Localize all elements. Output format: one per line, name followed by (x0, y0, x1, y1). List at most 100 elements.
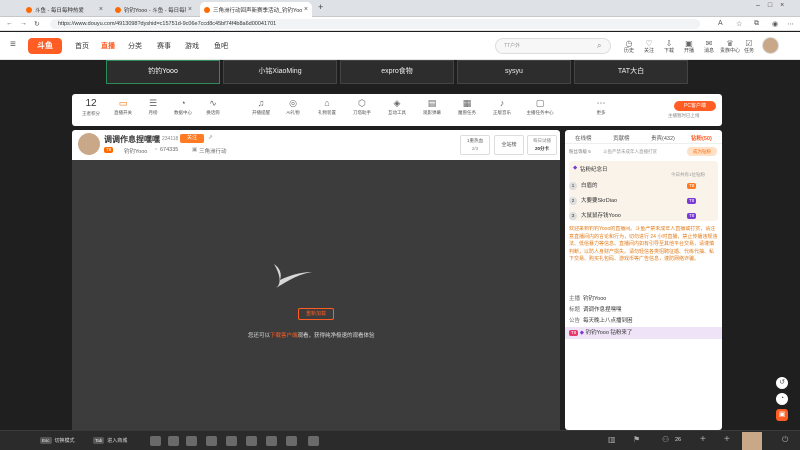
app-icon[interactable] (246, 436, 257, 446)
tab-vip[interactable]: 贵宾(432) (651, 134, 675, 142)
menu-icon[interactable]: ≡ (10, 39, 16, 50)
tool-item[interactable]: ∿ 换话筒 (198, 97, 228, 116)
browser-tab[interactable]: 钓钓Yooo - 斗鱼 - 每日每种热爱× (111, 2, 196, 17)
user-thumbnail[interactable] (742, 432, 762, 450)
list-item[interactable]: 1 白眉的 T8 (569, 180, 718, 192)
list-item[interactable]: 2 大要要SkrDiao T8 (569, 195, 718, 207)
tool-item[interactable]: ☰ 月榜 (138, 97, 168, 116)
retry-button[interactable]: 重新加载 (298, 308, 334, 320)
help-float-icon[interactable]: ◔ (776, 393, 788, 405)
tool-item[interactable]: ▤ 观影弹幕 (417, 97, 447, 116)
follow-button[interactable]: 关注 (180, 134, 204, 143)
tool-item[interactable]: ♪ 正版音乐 (487, 97, 517, 116)
room-category[interactable]: 三角洲行动 (199, 147, 227, 155)
nav-live[interactable]: 直播 (101, 41, 115, 51)
history-float-icon[interactable]: ↺ (776, 377, 788, 389)
share-icon[interactable]: ⇗ (208, 134, 213, 141)
download-button[interactable]: ⇩ 下载 (661, 39, 677, 55)
follow-button[interactable]: ♡ 关注 (641, 39, 657, 55)
new-tab-button[interactable]: + (318, 2, 323, 12)
switch-mode-hint[interactable]: Esc 切换模式 (40, 435, 75, 447)
go-live-button[interactable]: ▣ 开播 (681, 39, 697, 55)
power-icon[interactable]: ⏻ (782, 435, 788, 445)
streamer-thumb[interactable]: 钓钓Yooo (106, 60, 220, 84)
nav-events[interactable]: 赛事 (157, 41, 171, 51)
read-aloud-icon[interactable]: A (718, 20, 723, 27)
app-icon[interactable] (186, 436, 197, 446)
close-icon[interactable]: × (304, 6, 308, 13)
download-client-link[interactable]: 下载客户端 (270, 333, 298, 339)
refresh-icon[interactable]: ↻ (34, 20, 40, 28)
gift-float-icon[interactable]: ▣ (776, 409, 788, 421)
people-icon[interactable]: ⚇ (662, 435, 669, 444)
tab-contribution-rank[interactable]: 贡献榜 (613, 134, 630, 142)
douyu-logo[interactable]: 斗鱼 (28, 38, 62, 54)
history-button[interactable]: ◷ 历史 (621, 39, 637, 55)
back-icon[interactable]: ← (6, 20, 13, 27)
search-icon[interactable]: ⌕ (597, 41, 601, 51)
tool-item[interactable]: ◔ 数据中心 (168, 97, 198, 116)
message-button[interactable]: ✉ 消息 (701, 39, 717, 55)
extensions-icon[interactable]: ⧉ (754, 20, 759, 28)
streamer-thumb[interactable]: sysyu (457, 60, 571, 84)
daily-card-button[interactable]: 每日试播 20分卡 (527, 135, 557, 155)
app-icon[interactable] (168, 436, 179, 446)
streamer-thumb[interactable]: 小铭XiaoMing (223, 60, 337, 84)
nav-home[interactable]: 首页 (75, 41, 89, 51)
host-avatar[interactable] (78, 133, 100, 155)
task-button[interactable]: ☑ 任务 (741, 39, 757, 55)
app-icon[interactable] (206, 436, 217, 446)
app-icon[interactable] (266, 436, 277, 446)
tool-item[interactable]: ♫ 开播提醒 (246, 97, 276, 116)
browser-tab-active[interactable]: 三角洲行动回声新赛季活动_钓钓Yooo × (200, 2, 312, 17)
more-icon[interactable]: ⋯ (787, 20, 794, 28)
tool-item[interactable]: ▢ 主播任务中心 (522, 97, 558, 116)
app-icon[interactable] (226, 436, 237, 446)
video-player[interactable]: 重新加载 您还可以下载客户端观看，获得纯净极速的观看体验 (72, 160, 560, 430)
tool-item[interactable]: ⌂ 礼物装置 (312, 97, 342, 116)
url-input[interactable]: https://www.douyu.com/4913098?dyshid=c15… (50, 19, 700, 29)
avatar[interactable] (762, 37, 779, 54)
tool-item[interactable]: ▦ 魔兽任务 (452, 97, 482, 116)
clipboard-icon: ▢ (535, 98, 545, 108)
nav-games[interactable]: 游戏 (185, 41, 199, 51)
music-icon: ♪ (499, 98, 505, 108)
close-icon[interactable]: × (99, 6, 103, 13)
pc-client-button[interactable]: PC客户端 (674, 101, 716, 111)
become-diamond-fan-button[interactable]: 成为钻粉 (687, 147, 717, 156)
level-widget[interactable]: 12 王者积分 (78, 98, 104, 118)
app-icon[interactable] (150, 436, 161, 446)
vip-center-button[interactable]: ♛ 贵族中心 (718, 39, 742, 55)
tool-item[interactable]: ⬡ 刀塔助手 (347, 97, 377, 116)
data-icon: ◔ (180, 98, 186, 108)
site-rank-button[interactable]: 全站榜 (494, 135, 524, 155)
browser-tab[interactable]: 斗鱼 - 每日每种热爱 × (22, 2, 107, 17)
tool-item[interactable]: ◎ AI礼物 (278, 97, 308, 116)
nav-fishbar[interactable]: 鱼吧 (214, 41, 228, 51)
tab-online-rank[interactable]: 在线榜 (575, 134, 592, 142)
search-input[interactable]: TT户外 (495, 38, 611, 54)
forward-icon[interactable]: → (20, 20, 27, 27)
mail-icon: ✉ (705, 39, 713, 48)
app-icon[interactable] (286, 436, 297, 446)
rank-card[interactable]: 1重热血 2/3 (460, 135, 490, 155)
list-item[interactable]: 3 大鼠鼠存钱Yooo T8 (569, 210, 718, 222)
store-hint[interactable]: Tab 进入商城 (93, 435, 127, 447)
tool-item[interactable]: ⋯ 更多 (586, 97, 616, 116)
add-icon[interactable]: + (700, 434, 706, 445)
host-name[interactable]: 钓钓Yooo (124, 147, 147, 155)
window-controls[interactable]: –□× (756, 2, 792, 9)
add-icon[interactable]: + (724, 434, 730, 445)
flag-icon[interactable]: ⚑ (633, 435, 640, 444)
streamer-thumb[interactable]: TAT大白 (574, 60, 688, 84)
tab-diamond-fans[interactable]: 钻粉(50) (691, 134, 712, 142)
nav-category[interactable]: 分类 (128, 41, 142, 51)
tool-item[interactable]: ◈ 互动工具 (382, 97, 412, 116)
profile-icon[interactable]: ◉ (772, 20, 778, 28)
stats-icon[interactable]: ▥ (608, 435, 616, 444)
close-icon[interactable]: × (188, 6, 192, 13)
streamer-thumb[interactable]: expro食物 (340, 60, 454, 84)
app-icon[interactable] (308, 436, 319, 446)
favorite-star-icon[interactable]: ☆ (736, 20, 742, 28)
tool-item[interactable]: ▭ 直播开关 (108, 97, 138, 116)
